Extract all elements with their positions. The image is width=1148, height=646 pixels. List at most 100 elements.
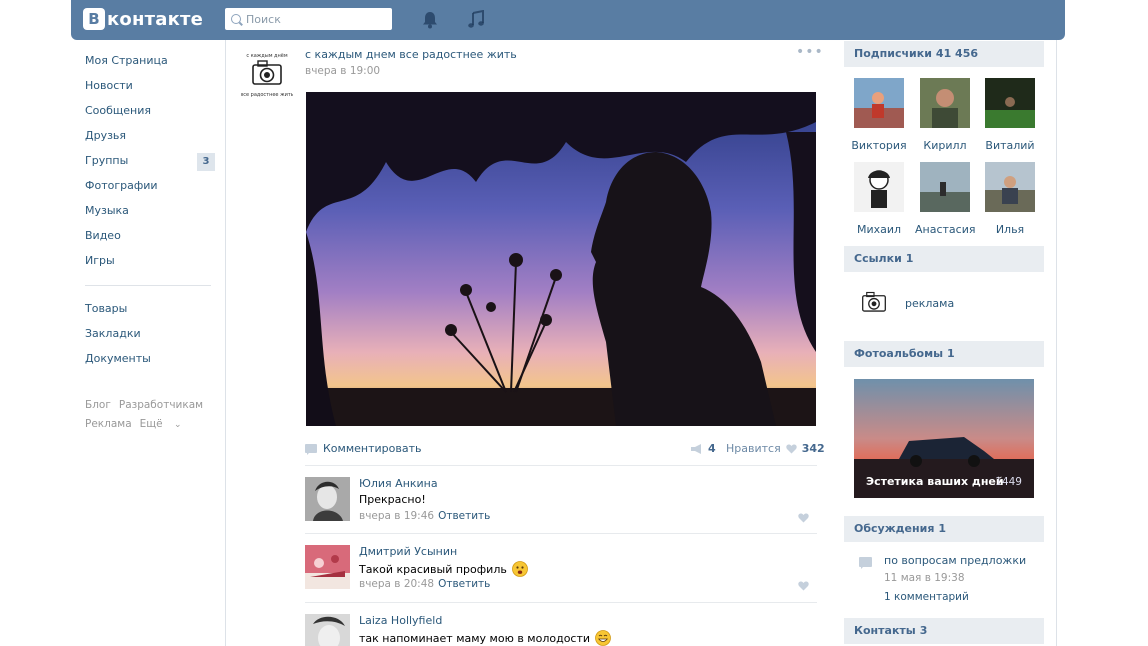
subscribers-header[interactable]: Подписчики 41 456	[844, 41, 1044, 67]
comment-time[interactable]: вчера в 19:46	[359, 510, 434, 522]
menu-my-page[interactable]: Моя Страница	[85, 53, 215, 78]
column-border	[1056, 40, 1057, 646]
link-item[interactable]: реклама	[853, 282, 954, 327]
subscriber-name: Илья	[995, 223, 1025, 236]
subscriber-photo	[854, 162, 904, 212]
block-title: Обсуждения	[854, 522, 935, 535]
menu-video[interactable]: Видео	[85, 228, 215, 253]
menu-label: Друзья	[85, 129, 127, 142]
footer-more-link[interactable]: Ещё ⌄	[140, 418, 190, 430]
like-count: 342	[801, 442, 825, 455]
grin-emoji-icon	[595, 630, 611, 646]
menu-footer: Блог Разработчикам Реклама Ещё ⌄	[85, 396, 215, 435]
sad-emoji-icon	[511, 561, 528, 577]
menu-label: Закладки	[85, 327, 141, 340]
discussions-header[interactable]: Обсуждения 1	[844, 516, 1044, 542]
subscriber-card[interactable]: Илья	[980, 162, 1040, 236]
menu-label: Музыка	[85, 204, 129, 217]
comment-avatar[interactable]	[305, 545, 350, 589]
share-button[interactable]: 4	[691, 442, 716, 455]
subscriber-card[interactable]: Михаил	[849, 162, 909, 236]
album-title: Эстетика ваших дней	[866, 475, 1004, 488]
discussion-title[interactable]: по вопросам предложки	[884, 554, 1026, 567]
comment-avatar[interactable]	[305, 477, 350, 521]
post-time[interactable]: вчера в 19:00	[305, 65, 380, 77]
menu-label: Игры	[85, 254, 115, 267]
reply-link[interactable]: Ответить	[438, 578, 490, 590]
contacts-header[interactable]: Контакты 3	[844, 618, 1044, 644]
footer-blog-link[interactable]: Блог	[85, 399, 111, 411]
heart-icon	[785, 444, 797, 453]
like-label: Нравится	[726, 442, 781, 455]
albums-header[interactable]: Фотоальбомы 1	[844, 341, 1044, 367]
block-count: 1	[947, 347, 955, 360]
block-count: 1	[938, 522, 947, 535]
menu-label: Сообщения	[85, 104, 152, 117]
subscriber-card[interactable]: Виталий	[980, 78, 1040, 152]
comment-time[interactable]: вчера в 20:48	[359, 578, 434, 590]
svg-text:с каждым днём: с каждым днём	[246, 53, 287, 59]
vk-logo[interactable]: В контакте	[83, 8, 203, 30]
menu-photos[interactable]: Фотографии	[85, 178, 215, 203]
subscriber-photo	[920, 78, 970, 128]
column-border	[225, 40, 226, 646]
post-divider	[305, 465, 817, 466]
search-icon	[231, 14, 241, 24]
menu-games[interactable]: Игры	[85, 253, 215, 278]
post-menu-icon[interactable]: •••	[796, 44, 824, 60]
discussion-icon	[859, 557, 872, 569]
footer-developers-link[interactable]: Разработчикам	[119, 399, 203, 411]
block-title: Ссылки	[854, 252, 902, 265]
menu-goods[interactable]: Товары	[85, 301, 215, 326]
subscriber-card[interactable]: Кирилл	[915, 78, 975, 152]
bell-icon[interactable]	[420, 10, 440, 30]
footer-ads-link[interactable]: Реклама	[85, 418, 132, 430]
comment-text: Прекрасно!	[359, 493, 426, 506]
subscriber-card[interactable]: Анастасия	[915, 162, 975, 236]
like-button[interactable]: Нравится 342	[726, 442, 825, 455]
comment-text-content: так напоминает маму мою в молодости	[359, 631, 591, 645]
comment-avatar[interactable]	[305, 614, 350, 646]
link-label: реклама	[905, 297, 955, 310]
search-input[interactable]	[246, 12, 381, 26]
menu-documents[interactable]: Документы	[85, 351, 215, 376]
subscriber-photo	[920, 162, 970, 212]
music-icon[interactable]	[466, 10, 486, 30]
block-count: 1	[905, 252, 914, 265]
comment-button[interactable]: Комментировать	[305, 442, 421, 455]
reply-link[interactable]: Ответить	[438, 510, 490, 522]
groups-badge: 3	[197, 153, 215, 171]
post-photo[interactable]	[306, 92, 816, 426]
menu-news[interactable]: Новости	[85, 78, 215, 103]
comment-author[interactable]: Дмитрий Усынин	[359, 545, 457, 558]
block-title: Фотоальбомы	[854, 347, 944, 360]
subscriber-card[interactable]: Виктория	[849, 78, 909, 152]
menu-messages[interactable]: Сообщения	[85, 103, 215, 128]
block-title: Подписчики	[854, 47, 932, 60]
album-card[interactable]: Эстетика ваших дней 1449	[854, 379, 1034, 498]
comment-author[interactable]: Laiza Hollyfield	[359, 614, 442, 627]
group-avatar[interactable]: с каждым днём все радостнее жить	[241, 48, 293, 100]
megaphone-icon	[691, 443, 701, 454]
subscriber-name: Виктория	[851, 139, 907, 152]
search-box[interactable]	[225, 8, 392, 30]
subscriber-photo	[854, 78, 904, 128]
heart-icon[interactable]	[798, 581, 809, 591]
comment-text: Такой красивый профиль	[359, 561, 528, 577]
comment-author[interactable]: Юлия Анкина	[359, 477, 438, 490]
discussion-comments-link[interactable]: 1 комментарий	[884, 591, 969, 603]
menu-music[interactable]: Музыка	[85, 203, 215, 228]
album-count: 1449	[995, 476, 1022, 488]
menu-label: Моя Страница	[85, 54, 168, 67]
svg-text:все радостнее жить: все радостнее жить	[241, 92, 293, 98]
logo-letter: В	[83, 8, 105, 30]
links-header[interactable]: Ссылки 1	[844, 246, 1044, 272]
comment-icon	[305, 444, 317, 455]
comment-meta: вчера в 19:46 Ответить	[359, 510, 490, 522]
menu-groups[interactable]: Группы 3	[85, 153, 215, 178]
post-text[interactable]: с каждым днем все радостнее жить	[305, 48, 517, 61]
heart-icon[interactable]	[798, 513, 809, 523]
comment-text-content: Прекрасно!	[359, 493, 426, 506]
menu-bookmarks[interactable]: Закладки	[85, 326, 215, 351]
menu-friends[interactable]: Друзья	[85, 128, 215, 153]
